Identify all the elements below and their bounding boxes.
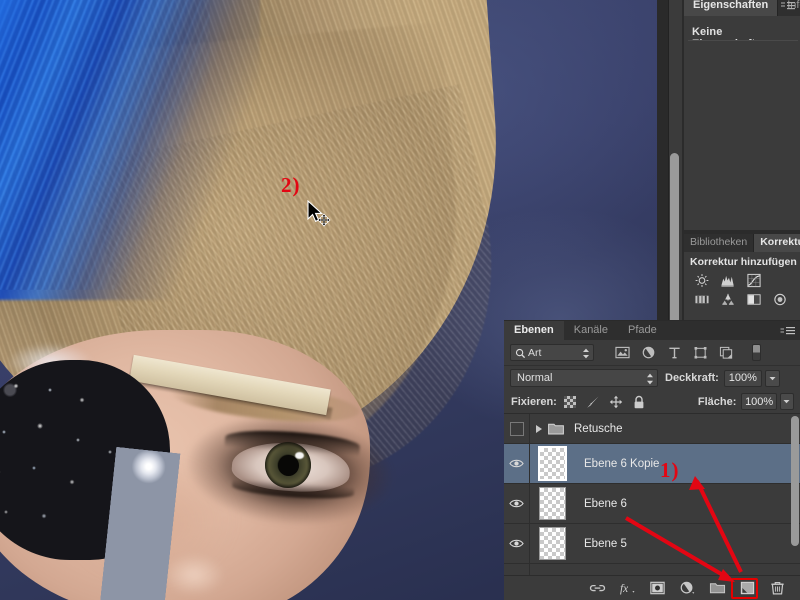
type-layer-filter-icon[interactable]: [667, 346, 682, 360]
tab-ebenen[interactable]: Ebenen: [504, 321, 564, 340]
opacity-value-field[interactable]: 100%: [723, 369, 762, 387]
mask-icon[interactable]: [649, 580, 666, 596]
photoshop-window: Eigenschaften Info Keine Eigenschaften B…: [0, 0, 800, 600]
fill-label: Fläche:: [697, 395, 737, 408]
fill-dropdown-button[interactable]: [779, 393, 794, 410]
stepper-arrows-icon[interactable]: [646, 373, 654, 385]
fill-value-field[interactable]: 100%: [741, 393, 777, 410]
properties-panel-body: [688, 40, 798, 226]
layer-visibility-cell[interactable]: [504, 414, 530, 443]
annotation-label-1: 1): [660, 458, 680, 482]
panel-menu-icon[interactable]: [780, 326, 796, 336]
fx-icon[interactable]: fx: [619, 580, 636, 596]
panel-menu-icon[interactable]: [780, 1, 796, 11]
opacity-dropdown-button[interactable]: [764, 369, 780, 387]
eye-icon[interactable]: [509, 498, 524, 509]
layer-visibility-cell[interactable]: [504, 564, 530, 575]
folder-icon: [548, 423, 564, 435]
adjustments-panel: Bibliotheken Korrekturen Korrektur hinzu…: [684, 234, 800, 320]
layers-footer-toolbar: fx: [504, 575, 800, 600]
lock-icons: [563, 395, 646, 409]
blend-mode-value: Normal: [517, 372, 553, 384]
smart-object-filter-icon[interactable]: [719, 346, 734, 360]
curves-icon[interactable]: [746, 273, 762, 288]
lock-label: Fixieren:: [511, 395, 557, 408]
layer-name: Ebene 6: [584, 497, 627, 510]
layer-list[interactable]: Retusche Ebene 6 Kopie Ebene 6 Ebene 5: [504, 414, 800, 575]
tab-bibliotheken[interactable]: Bibliotheken: [684, 234, 755, 252]
pixel-layer-filter-icon[interactable]: [615, 346, 630, 360]
filter-enable-toggle[interactable]: [752, 344, 761, 361]
layer-name: Ebene 6 Kopie: [584, 457, 660, 470]
lock-all-icon[interactable]: [632, 395, 646, 409]
tab-korrekturen[interactable]: Korrekturen: [754, 234, 800, 252]
layer-visibility-cell[interactable]: [504, 444, 530, 483]
table-row[interactable]: Ebene 6: [504, 484, 800, 524]
link-icon[interactable]: [589, 580, 606, 596]
layer-name: Retusche: [574, 422, 623, 435]
lock-image-pixels-icon[interactable]: [586, 395, 600, 409]
adjustments-icon-row-1: [684, 271, 800, 290]
layer-thumbnail-cell[interactable]: [530, 487, 574, 520]
levels-icon[interactable]: [720, 273, 736, 288]
properties-panel: Eigenschaften Info Keine Eigenschaften: [684, 0, 800, 230]
brightness-contrast-icon[interactable]: [694, 273, 710, 288]
blue-hair-strands: [0, 0, 210, 290]
trash-icon[interactable]: [769, 580, 786, 596]
new-layer-icon[interactable]: [739, 580, 756, 596]
adjustment-layer-filter-icon[interactable]: [641, 346, 656, 360]
stepper-arrows-icon[interactable]: [582, 348, 590, 359]
vibrance-icon[interactable]: [720, 292, 736, 307]
lock-row: Fixieren: Fläche: 100%: [504, 390, 800, 414]
search-icon: [515, 348, 526, 359]
table-row[interactable]: [504, 564, 800, 575]
move-tool-cursor: [307, 200, 331, 227]
layers-panel: Ebenen Kanäle Pfade Art Normal Deckkraft…: [504, 320, 800, 600]
adjustments-icon-row-2: [684, 290, 800, 309]
folder-icon[interactable]: [709, 580, 726, 596]
layer-visibility-cell[interactable]: [504, 484, 530, 523]
chevron-down-icon: [783, 400, 790, 404]
svg-text:fx: fx: [620, 583, 628, 595]
layer-thumbnail[interactable]: [538, 487, 566, 520]
table-row[interactable]: Ebene 6 Kopie: [504, 444, 800, 484]
layer-thumbnail[interactable]: [537, 446, 567, 481]
tab-eigenschaften[interactable]: Eigenschaften: [684, 0, 779, 16]
layer-filter-kind-value: Art: [528, 346, 542, 359]
layer-filter-type-icons: [615, 346, 734, 360]
lock-position-icon[interactable]: [609, 395, 623, 409]
layers-list-scrollbar[interactable]: [791, 416, 799, 546]
chevron-down-icon: [769, 376, 776, 380]
table-row[interactable]: Ebene 5: [504, 524, 800, 564]
black-white-icon[interactable]: [746, 292, 762, 307]
annotation-label-2: 2): [281, 173, 301, 197]
chevron-right-icon[interactable]: [536, 424, 542, 433]
exposure-icon[interactable]: [694, 292, 710, 307]
eye-icon[interactable]: [509, 538, 524, 549]
shape-layer-filter-icon[interactable]: [693, 346, 708, 360]
properties-panel-tabs: Eigenschaften Info: [684, 0, 800, 16]
layers-panel-tabs: Ebenen Kanäle Pfade: [504, 321, 800, 340]
table-row[interactable]: Retusche: [504, 414, 800, 444]
layer-thumbnail-cell[interactable]: [530, 527, 574, 560]
layer-visibility-toggle[interactable]: [509, 421, 524, 436]
opacity-label: Deckkraft:: [665, 372, 719, 384]
adjustments-panel-tabs: Bibliotheken Korrekturen: [684, 234, 800, 252]
layer-filter-row: Art: [504, 340, 800, 366]
layer-filter-kind-select[interactable]: Art: [510, 344, 594, 361]
adjustments-title: Korrektur hinzufügen: [690, 256, 797, 268]
tab-pfade[interactable]: Pfade: [618, 321, 667, 340]
adjustment-circle-icon[interactable]: [679, 580, 696, 596]
photo-filter-icon[interactable]: [772, 292, 788, 307]
tab-kanaele[interactable]: Kanäle: [564, 321, 618, 340]
eye-icon[interactable]: [509, 458, 524, 469]
blend-mode-select[interactable]: Normal: [510, 369, 658, 387]
blend-mode-row: Normal Deckkraft: 100%: [504, 366, 800, 390]
eye-highlight: [295, 452, 304, 459]
lock-transparency-icon[interactable]: [563, 395, 577, 409]
layer-thumbnail[interactable]: [538, 527, 566, 560]
layer-name: Ebene 5: [584, 537, 627, 550]
layer-visibility-cell[interactable]: [504, 524, 530, 563]
layer-thumbnail-cell[interactable]: [530, 446, 574, 481]
